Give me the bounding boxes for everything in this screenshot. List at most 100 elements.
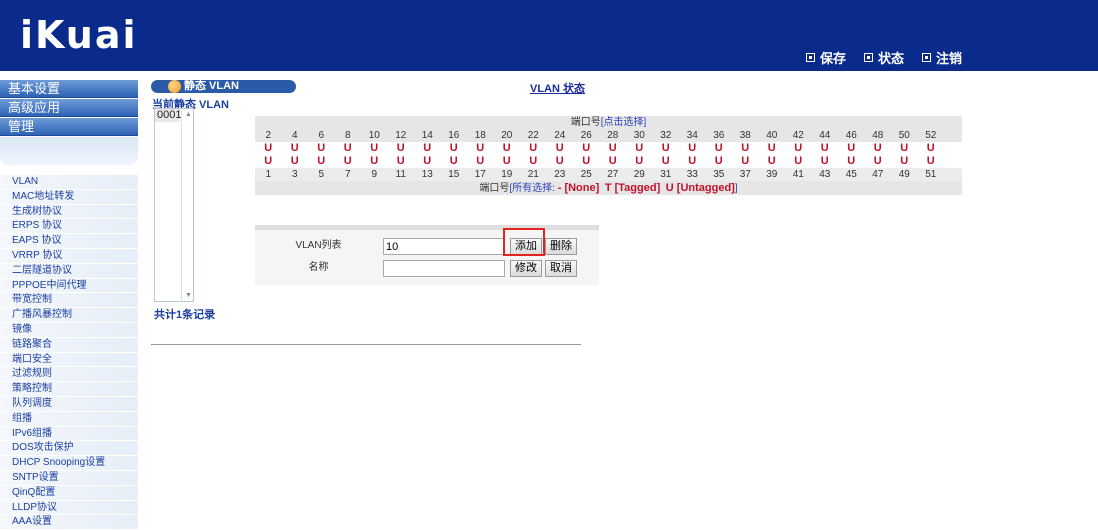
sidebar-item[interactable]: VRRP 协议 (0, 248, 138, 264)
sidebar-item[interactable]: 二层隧道协议 (0, 263, 138, 279)
port-state-cell[interactable]: U (838, 155, 865, 168)
port-state-cell[interactable]: U (918, 155, 945, 168)
port-state-cell[interactable]: U (600, 142, 627, 155)
port-state-cell[interactable]: U (865, 142, 892, 155)
sidebar-item[interactable]: SNTP设置 (0, 470, 138, 486)
sidebar-item[interactable]: PPPOE中间代理 (0, 278, 138, 294)
port-state-cell[interactable]: U (467, 142, 494, 155)
vlan-status-link[interactable]: VLAN 状态 (530, 80, 585, 96)
sidebar-item[interactable]: VLAN (0, 175, 138, 190)
port-state-cell[interactable]: U (414, 142, 441, 155)
port-state-cell[interactable]: U (308, 142, 335, 155)
port-state-cell[interactable]: U (653, 142, 680, 155)
port-state-cell[interactable]: U (653, 155, 680, 168)
port-state-cell[interactable]: U (361, 155, 388, 168)
legend-tagged[interactable]: T [Tagged] (605, 182, 660, 194)
sidebar-item[interactable]: LLDP协议 (0, 500, 138, 516)
sidebar-item[interactable]: 策略控制 (0, 382, 138, 397)
port-state-cell[interactable]: U (706, 155, 733, 168)
port-state-cell[interactable]: U (891, 142, 918, 155)
port-state-cell[interactable]: U (494, 142, 521, 155)
delete-button[interactable]: 删除 (545, 238, 577, 255)
port-state-cell[interactable]: U (865, 155, 892, 168)
cancel-button[interactable]: 取消 (545, 260, 577, 277)
port-state-cell[interactable]: U (467, 155, 494, 168)
port-state-cell[interactable]: U (361, 142, 388, 155)
sidebar-item[interactable]: ERPS 协议 (0, 219, 138, 235)
save-button[interactable]: 保存 (805, 48, 846, 67)
sidebar-item[interactable]: IPv6组播 (0, 426, 138, 442)
port-state-cell[interactable]: U (679, 155, 706, 168)
port-state-cell[interactable]: U (520, 142, 547, 155)
sidebar-item[interactable]: 链路聚合 (0, 337, 138, 353)
vlan-list-input[interactable] (383, 238, 505, 255)
sidebar-item[interactable]: 镜像 (0, 322, 138, 338)
modify-button[interactable]: 修改 (510, 260, 542, 277)
port-state-cell[interactable]: U (759, 155, 786, 168)
legend-none[interactable]: - [None] (558, 182, 600, 194)
port-state-cell[interactable]: U (282, 142, 309, 155)
port-state-cell[interactable]: U (494, 155, 521, 168)
port-state-cell[interactable]: U (732, 142, 759, 155)
sidebar-item[interactable]: 过滤规则 (0, 367, 138, 383)
name-input[interactable] (383, 260, 505, 277)
port-state-cell[interactable]: U (282, 155, 309, 168)
vlan-list-option[interactable]: 0001 (155, 109, 181, 122)
port-state-cell[interactable]: U (335, 142, 362, 155)
port-state-cell[interactable]: U (891, 155, 918, 168)
port-state-cell[interactable]: U (785, 155, 812, 168)
click-select-link[interactable]: [点击选择] (601, 117, 647, 128)
port-state-cell[interactable]: U (626, 142, 653, 155)
scroll-up-icon[interactable]: ▲ (185, 111, 192, 118)
port-header-label: 端口号 (570, 117, 601, 128)
port-state-cell[interactable]: U (573, 155, 600, 168)
port-state-cell[interactable]: U (600, 155, 627, 168)
port-state-cell[interactable]: U (679, 142, 706, 155)
port-state-cell[interactable]: U (547, 155, 574, 168)
port-state-cell[interactable]: U (441, 142, 468, 155)
sidebar-item[interactable]: 组播 (0, 411, 138, 427)
port-state-cell[interactable]: U (388, 142, 415, 155)
port-state-cell[interactable]: U (414, 155, 441, 168)
port-state-cell[interactable]: U (812, 142, 839, 155)
listbox-scrollbar[interactable]: ▲ ▼ (181, 109, 193, 301)
sidebar-section-advanced[interactable]: 高级应用 (0, 99, 138, 117)
port-state-cell[interactable]: U (626, 155, 653, 168)
vlan-listbox[interactable]: 0001 ▲ ▼ (154, 108, 194, 302)
port-state-cell[interactable]: U (918, 142, 945, 155)
sidebar-item[interactable]: 生成树协议 (0, 204, 138, 220)
sidebar-section-management[interactable]: 管理 (0, 118, 138, 136)
sidebar-item[interactable]: 广播风暴控制 (0, 308, 138, 323)
port-state-cell[interactable]: U (785, 142, 812, 155)
port-state-cell[interactable]: U (388, 155, 415, 168)
logout-button[interactable]: 注销 (921, 48, 962, 67)
sidebar-item[interactable]: DHCP Snooping设置 (0, 456, 138, 471)
port-state-cell[interactable]: U (812, 155, 839, 168)
port-state-cell[interactable]: U (573, 142, 600, 155)
scroll-down-icon[interactable]: ▼ (185, 292, 192, 299)
port-state-cell[interactable]: U (547, 142, 574, 155)
select-all-link[interactable]: [所有选择: (509, 183, 555, 194)
port-state-cell[interactable]: U (706, 142, 733, 155)
port-state-cell[interactable]: U (255, 155, 282, 168)
port-state-cell[interactable]: U (732, 155, 759, 168)
status-button[interactable]: 状态 (863, 48, 904, 67)
sidebar-item[interactable]: 带宽控制 (0, 293, 138, 309)
sidebar-section-basic[interactable]: 基本设置 (0, 80, 138, 98)
sidebar-item[interactable]: 端口安全 (0, 352, 138, 368)
port-state-cell[interactable]: U (838, 142, 865, 155)
sidebar-item[interactable]: DOS攻击保护 (0, 441, 138, 457)
sidebar-item[interactable]: QinQ配置 (0, 485, 138, 501)
port-state-cell[interactable]: U (759, 142, 786, 155)
port-state-cell[interactable]: U (441, 155, 468, 168)
sidebar-item[interactable]: MAC地址转发 (0, 189, 138, 205)
legend-untagged[interactable]: U [Untagged] (666, 182, 735, 194)
port-state-cell[interactable]: U (520, 155, 547, 168)
port-state-cell[interactable]: U (335, 155, 362, 168)
port-state-cell[interactable]: U (308, 155, 335, 168)
port-number-cell: 25 (580, 169, 592, 180)
port-state-cell[interactable]: U (255, 142, 282, 155)
sidebar-item[interactable]: 队列调度 (0, 396, 138, 412)
sidebar-item[interactable]: AAA设置 (0, 515, 138, 530)
sidebar-item[interactable]: EAPS 协议 (0, 234, 138, 249)
